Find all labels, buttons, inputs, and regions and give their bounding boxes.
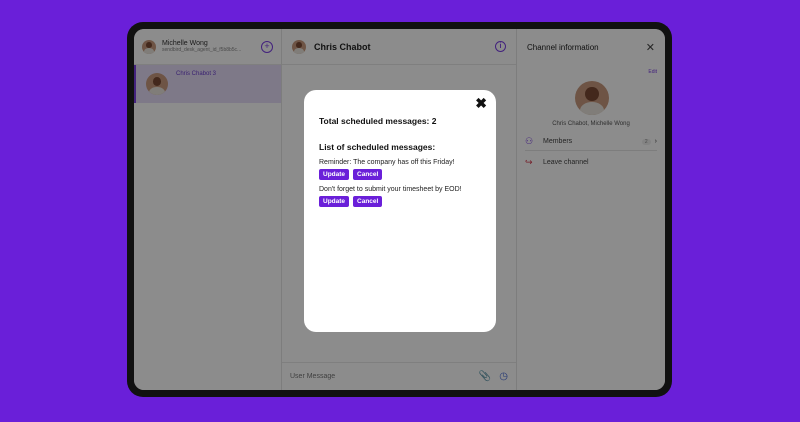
cancel-button[interactable]: Cancel xyxy=(353,169,383,180)
total-scheduled-title: Total scheduled messages: 2 xyxy=(319,116,437,126)
update-button[interactable]: Update xyxy=(319,196,350,207)
update-button[interactable]: Update xyxy=(319,169,350,180)
scheduled-message-text: Don't forget to submit your timesheet by… xyxy=(319,186,462,193)
scheduled-messages-modal: ✖ Total scheduled messages: 2 List of sc… xyxy=(304,90,496,332)
scheduled-message-text: Reminder: The company has off this Frida… xyxy=(319,159,455,166)
scheduled-list-title: List of scheduled messages: xyxy=(319,142,436,152)
scheduled-message-item: Don't forget to submit your timesheet by… xyxy=(319,186,482,207)
app-screen: Michelle Wong sendbird_desk_agent_id_f5b… xyxy=(134,29,665,390)
tablet-frame: Michelle Wong sendbird_desk_agent_id_f5b… xyxy=(127,22,672,397)
scheduled-message-item: Reminder: The company has off this Frida… xyxy=(319,159,482,180)
cancel-button[interactable]: Cancel xyxy=(353,196,383,207)
close-icon[interactable]: ✖ xyxy=(475,95,487,112)
